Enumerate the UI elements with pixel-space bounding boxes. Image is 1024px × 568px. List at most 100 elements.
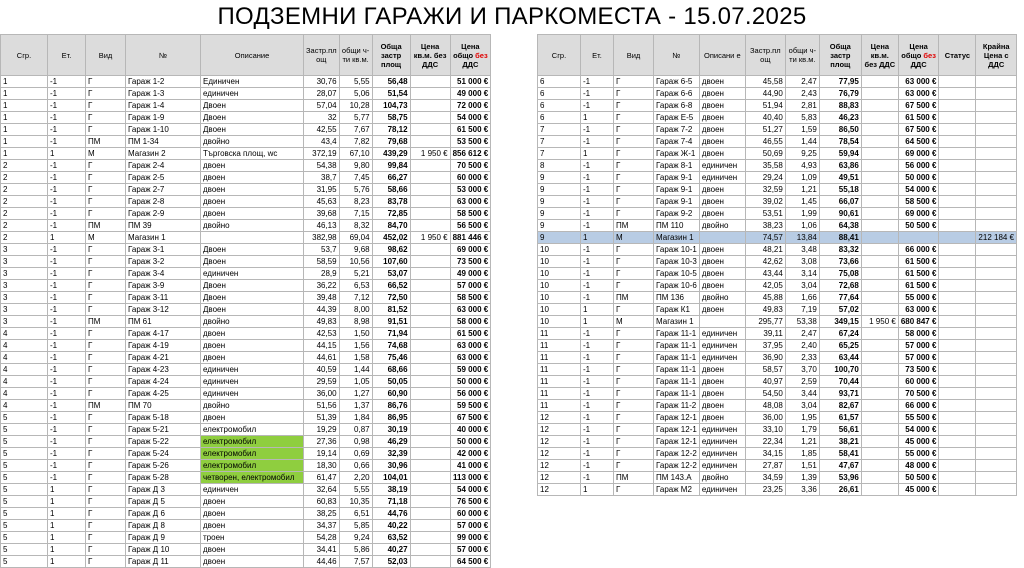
right-cell[interactable]: единичен — [698, 351, 746, 364]
left-cell[interactable]: Гараж 5-21 — [125, 423, 201, 436]
left-cell[interactable]: 70 500 € — [449, 159, 492, 172]
right-cell[interactable]: 9 — [537, 183, 581, 196]
left-cell[interactable]: Г — [85, 495, 126, 508]
right-cell[interactable]: Г — [613, 435, 654, 448]
right-cell[interactable]: 1,21 — [784, 435, 820, 448]
right-cell[interactable]: 42,05 — [744, 279, 786, 292]
left-cell[interactable]: Г — [85, 543, 126, 556]
left-cell[interactable]: 1,44 — [338, 363, 373, 376]
left-cell[interactable]: 1 950 € — [409, 147, 451, 160]
left-cell[interactable]: Г — [85, 279, 126, 292]
right-cell[interactable]: Г — [613, 183, 654, 196]
left-cell[interactable]: Двоен — [200, 243, 304, 256]
right-cell[interactable]: -1 — [580, 219, 614, 232]
left-cell[interactable]: 86,76 — [371, 399, 411, 412]
left-cell[interactable]: 1 — [0, 99, 48, 112]
right-cell[interactable] — [938, 435, 977, 448]
left-cell[interactable]: Г — [85, 267, 126, 280]
left-cell[interactable]: Магазин 2 — [125, 147, 201, 160]
right-cell[interactable] — [938, 123, 977, 136]
right-cell[interactable]: ПМ 110 — [653, 219, 700, 232]
right-cell[interactable]: 1,06 — [784, 219, 820, 232]
left-cell[interactable]: единичен — [200, 387, 304, 400]
left-cell[interactable]: 54 000 € — [449, 483, 492, 496]
left-cell[interactable]: 2 — [0, 183, 48, 196]
left-cell[interactable]: 43,4 — [303, 135, 340, 148]
right-cell[interactable]: 10 — [537, 243, 581, 256]
left-cell[interactable]: Г — [85, 303, 126, 316]
right-cell[interactable]: 36,90 — [744, 351, 786, 364]
right-cell[interactable]: Гараж 12-2 — [653, 459, 700, 472]
right-cell[interactable]: 1,85 — [784, 447, 820, 460]
left-cell[interactable]: 1,58 — [338, 351, 373, 364]
left-cell[interactable] — [409, 171, 451, 184]
left-cell[interactable]: Единичен — [200, 75, 304, 88]
right-cell[interactable] — [975, 351, 1018, 364]
right-cell[interactable] — [938, 171, 977, 184]
left-cell[interactable]: Г — [85, 519, 126, 532]
right-cell[interactable]: 49,51 — [818, 171, 862, 184]
left-cell[interactable]: Г — [85, 375, 126, 388]
left-cell[interactable]: 53,7 — [303, 243, 340, 256]
right-cell[interactable] — [975, 255, 1018, 268]
right-cell[interactable]: 67,24 — [818, 327, 862, 340]
right-cell[interactable]: единичен — [698, 339, 746, 352]
right-cell[interactable] — [975, 243, 1018, 256]
right-cell[interactable] — [975, 147, 1018, 160]
right-cell[interactable]: Г — [613, 171, 654, 184]
left-cell[interactable] — [409, 267, 451, 280]
right-cell[interactable]: двоен — [698, 87, 746, 100]
left-cell[interactable]: -1 — [47, 171, 86, 184]
left-cell[interactable]: Гараж Д 5 — [125, 495, 201, 508]
left-cell[interactable]: М — [85, 147, 126, 160]
left-cell[interactable]: 6,51 — [338, 507, 373, 520]
right-cell[interactable]: 3,70 — [784, 363, 820, 376]
right-cell[interactable]: -1 — [580, 411, 614, 424]
right-cell[interactable]: 10 — [537, 303, 581, 316]
left-cell[interactable]: 0,87 — [338, 423, 373, 436]
left-cell[interactable]: 39,48 — [303, 291, 340, 304]
left-cell[interactable]: 1 — [47, 483, 86, 496]
right-cell[interactable]: Г — [613, 387, 654, 400]
right-cell[interactable]: двоен — [698, 183, 746, 196]
left-cell[interactable]: 98,62 — [371, 243, 411, 256]
right-cell[interactable]: -1 — [580, 471, 614, 484]
left-cell[interactable]: 44,39 — [303, 303, 340, 316]
right-cell[interactable]: 12 — [537, 471, 581, 484]
right-cell[interactable]: 12 — [537, 411, 581, 424]
left-cell[interactable]: 76 500 € — [449, 495, 492, 508]
right-cell[interactable] — [897, 231, 940, 244]
left-cell[interactable]: 53,07 — [371, 267, 411, 280]
left-cell[interactable]: 40,27 — [371, 543, 411, 556]
right-cell[interactable]: 45 000 € — [897, 435, 940, 448]
left-cell[interactable]: 50 000 € — [449, 375, 492, 388]
right-cell[interactable]: 57,02 — [818, 303, 862, 316]
right-cell[interactable]: 29,24 — [744, 171, 786, 184]
left-cell[interactable]: 8,00 — [338, 303, 373, 316]
left-cell[interactable]: 30,19 — [371, 423, 411, 436]
right-cell[interactable]: Гараж 7-4 — [653, 135, 700, 148]
right-cell[interactable] — [938, 219, 977, 232]
right-cell[interactable]: -1 — [580, 327, 614, 340]
left-cell[interactable]: 452,02 — [371, 231, 411, 244]
left-cell[interactable]: двоен — [200, 159, 304, 172]
left-cell[interactable]: 856 612 € — [449, 147, 492, 160]
right-cell[interactable] — [975, 303, 1018, 316]
left-cell[interactable]: 57,04 — [303, 99, 340, 112]
right-cell[interactable]: Г — [613, 207, 654, 220]
left-cell[interactable]: ПМ — [85, 399, 126, 412]
left-cell[interactable]: 32,39 — [371, 447, 411, 460]
right-cell[interactable]: 77,64 — [818, 291, 862, 304]
left-cell[interactable]: Г — [85, 99, 126, 112]
right-cell[interactable] — [860, 123, 899, 136]
left-cell[interactable]: 40,22 — [371, 519, 411, 532]
left-cell[interactable]: ПМ 70 — [125, 399, 201, 412]
left-cell[interactable]: двоен — [200, 195, 304, 208]
right-cell[interactable]: 49,83 — [744, 303, 786, 316]
left-cell[interactable]: Гараж 4-19 — [125, 339, 201, 352]
right-cell[interactable]: Г — [613, 135, 654, 148]
left-cell[interactable]: 3 — [0, 291, 48, 304]
right-cell[interactable]: Гараж 10-6 — [653, 279, 700, 292]
left-cell[interactable]: 9,80 — [338, 159, 373, 172]
right-cell[interactable]: 45,88 — [744, 291, 786, 304]
